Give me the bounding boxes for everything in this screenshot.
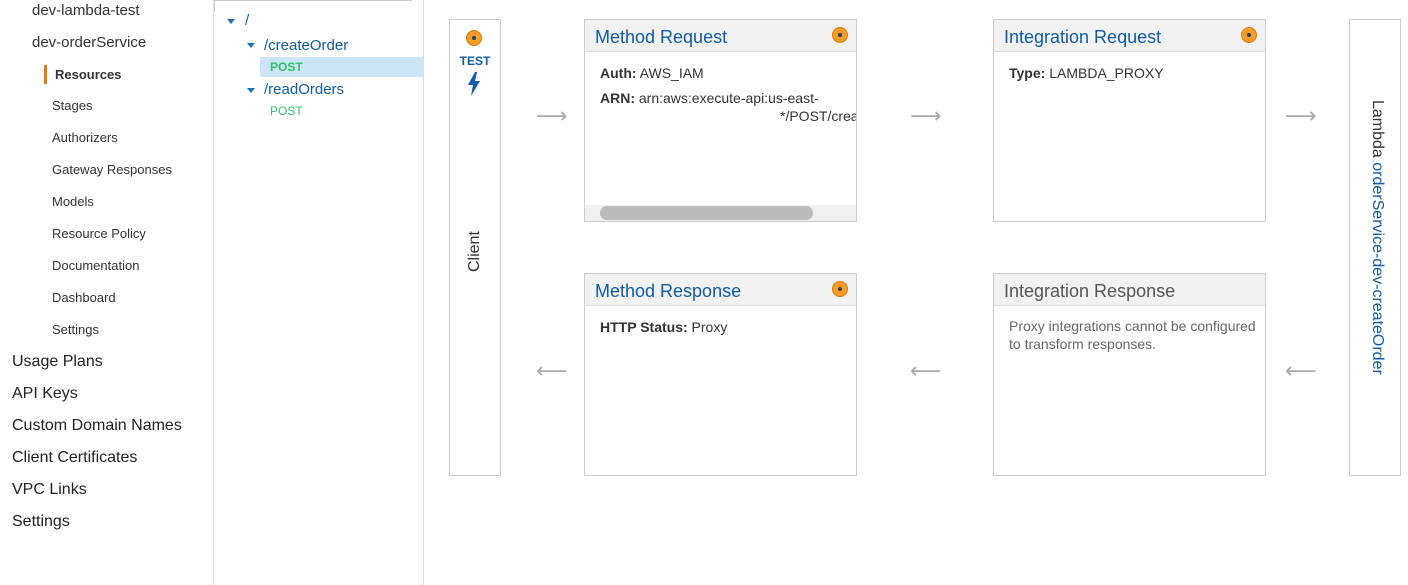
type-row: Type: LAMBDA_PROXY [1009, 65, 1164, 81]
tree-method-readorders-post[interactable]: POST [260, 101, 424, 121]
arn-value-line2: */POST/crea [780, 108, 857, 124]
integration-request-panel: Integration Request Type: LAMBDA_PROXY [993, 19, 1266, 222]
integration-request-title[interactable]: Integration Request [1004, 27, 1161, 48]
nav-item-resource-policy[interactable]: Resource Policy [52, 226, 146, 241]
method-request-title[interactable]: Method Request [595, 27, 727, 48]
nav-item-resources[interactable]: Resources [55, 67, 121, 82]
caret-down-icon[interactable] [247, 43, 255, 48]
method-label: POST [270, 60, 303, 74]
integration-response-panel: Integration Response Proxy integrations … [993, 273, 1266, 476]
auth-label: Auth: [600, 65, 637, 81]
nav-item-models[interactable]: Models [52, 194, 94, 209]
http-status-row: HTTP Status: Proxy [600, 319, 727, 335]
status-dot-icon [832, 27, 848, 43]
lambda-prefix: Lambda [1369, 100, 1386, 158]
type-value: LAMBDA_PROXY [1049, 65, 1164, 81]
tree-divider-vertical [214, 0, 215, 12]
left-nav: dev-lambda-test dev-orderService Resourc… [0, 0, 214, 585]
status-dot-icon [832, 281, 848, 297]
nav-api-dev-orderservice[interactable]: dev-orderService [32, 34, 146, 51]
tree-root[interactable]: / [245, 12, 249, 29]
method-response-panel: Method Response HTTP Status: Proxy [584, 273, 857, 476]
nav-usage-plans[interactable]: Usage Plans [12, 353, 103, 371]
arrow-right-icon: ⟶ [536, 104, 568, 129]
nav-item-documentation[interactable]: Documentation [52, 258, 139, 273]
nav-item-stages[interactable]: Stages [52, 98, 92, 113]
method-response-header: Method Response [585, 274, 856, 306]
tree-divider [214, 0, 412, 1]
test-link[interactable]: TEST [450, 54, 500, 68]
arn-label: ARN: [600, 90, 635, 106]
arrow-right-icon: ⟶ [910, 104, 942, 129]
arn-row: ARN: arn:aws:execute-api:us-east- [600, 90, 819, 106]
method-request-header: Method Request [585, 20, 856, 52]
nav-vpc-links[interactable]: VPC Links [12, 481, 87, 499]
auth-value: AWS_IAM [639, 65, 704, 81]
arrow-left-icon: ⟵ [1285, 359, 1317, 384]
integration-response-title: Integration Response [1004, 281, 1176, 301]
nav-client-certificates[interactable]: Client Certificates [12, 449, 137, 467]
http-status-label: HTTP Status: [600, 319, 688, 335]
method-response-title[interactable]: Method Response [595, 281, 741, 302]
lambda-panel: Lambda orderService-dev-createOrder [1349, 19, 1401, 476]
status-dot-icon [466, 30, 482, 46]
lightning-icon[interactable] [467, 72, 481, 96]
integration-response-header: Integration Response [994, 274, 1265, 306]
nav-item-dashboard[interactable]: Dashboard [52, 290, 116, 305]
nav-api-dev-lambda-test[interactable]: dev-lambda-test [32, 2, 140, 19]
nav-settings[interactable]: Settings [12, 513, 70, 531]
tree-resource-readorders[interactable]: /readOrders [264, 81, 344, 98]
nav-api-keys[interactable]: API Keys [12, 385, 78, 403]
horizontal-scrollbar-track[interactable] [585, 205, 856, 221]
integration-response-note: Proxy integrations cannot be configured … [1009, 318, 1256, 352]
method-label: POST [270, 104, 303, 118]
client-panel: TEST Client [449, 19, 501, 476]
arn-value-line1: arn:aws:execute-api:us-east- [638, 90, 819, 106]
lambda-function-link[interactable]: orderService-dev-createOrder [1369, 162, 1386, 375]
arrow-left-icon: ⟵ [910, 359, 942, 384]
lambda-label: Lambda orderService-dev-createOrder [1368, 100, 1386, 375]
horizontal-scrollbar-thumb[interactable] [600, 206, 813, 220]
tree-resource-createorder[interactable]: /createOrder [264, 37, 348, 54]
nav-item-gateway-responses[interactable]: Gateway Responses [52, 162, 172, 177]
method-request-panel: Method Request Auth: AWS_IAM ARN: arn:aw… [584, 19, 857, 222]
arrow-right-icon: ⟶ [1285, 104, 1317, 129]
nav-custom-domain-names[interactable]: Custom Domain Names [12, 417, 182, 435]
active-indicator [44, 65, 47, 84]
status-dot-icon [1241, 27, 1257, 43]
auth-row: Auth: AWS_IAM [600, 65, 704, 81]
caret-down-icon[interactable] [227, 19, 235, 24]
tree-method-createorder-post[interactable]: POST [260, 57, 424, 77]
resource-tree: / /createOrder POST /readOrders POST [214, 0, 424, 585]
arrow-left-icon: ⟵ [536, 359, 568, 384]
caret-down-icon[interactable] [247, 88, 255, 93]
integration-request-header: Integration Request [994, 20, 1265, 52]
nav-item-settings[interactable]: Settings [52, 322, 99, 337]
client-label: Client [466, 231, 483, 272]
nav-item-authorizers[interactable]: Authorizers [52, 130, 118, 145]
http-status-value: Proxy [691, 319, 728, 335]
type-label: Type: [1009, 65, 1046, 81]
